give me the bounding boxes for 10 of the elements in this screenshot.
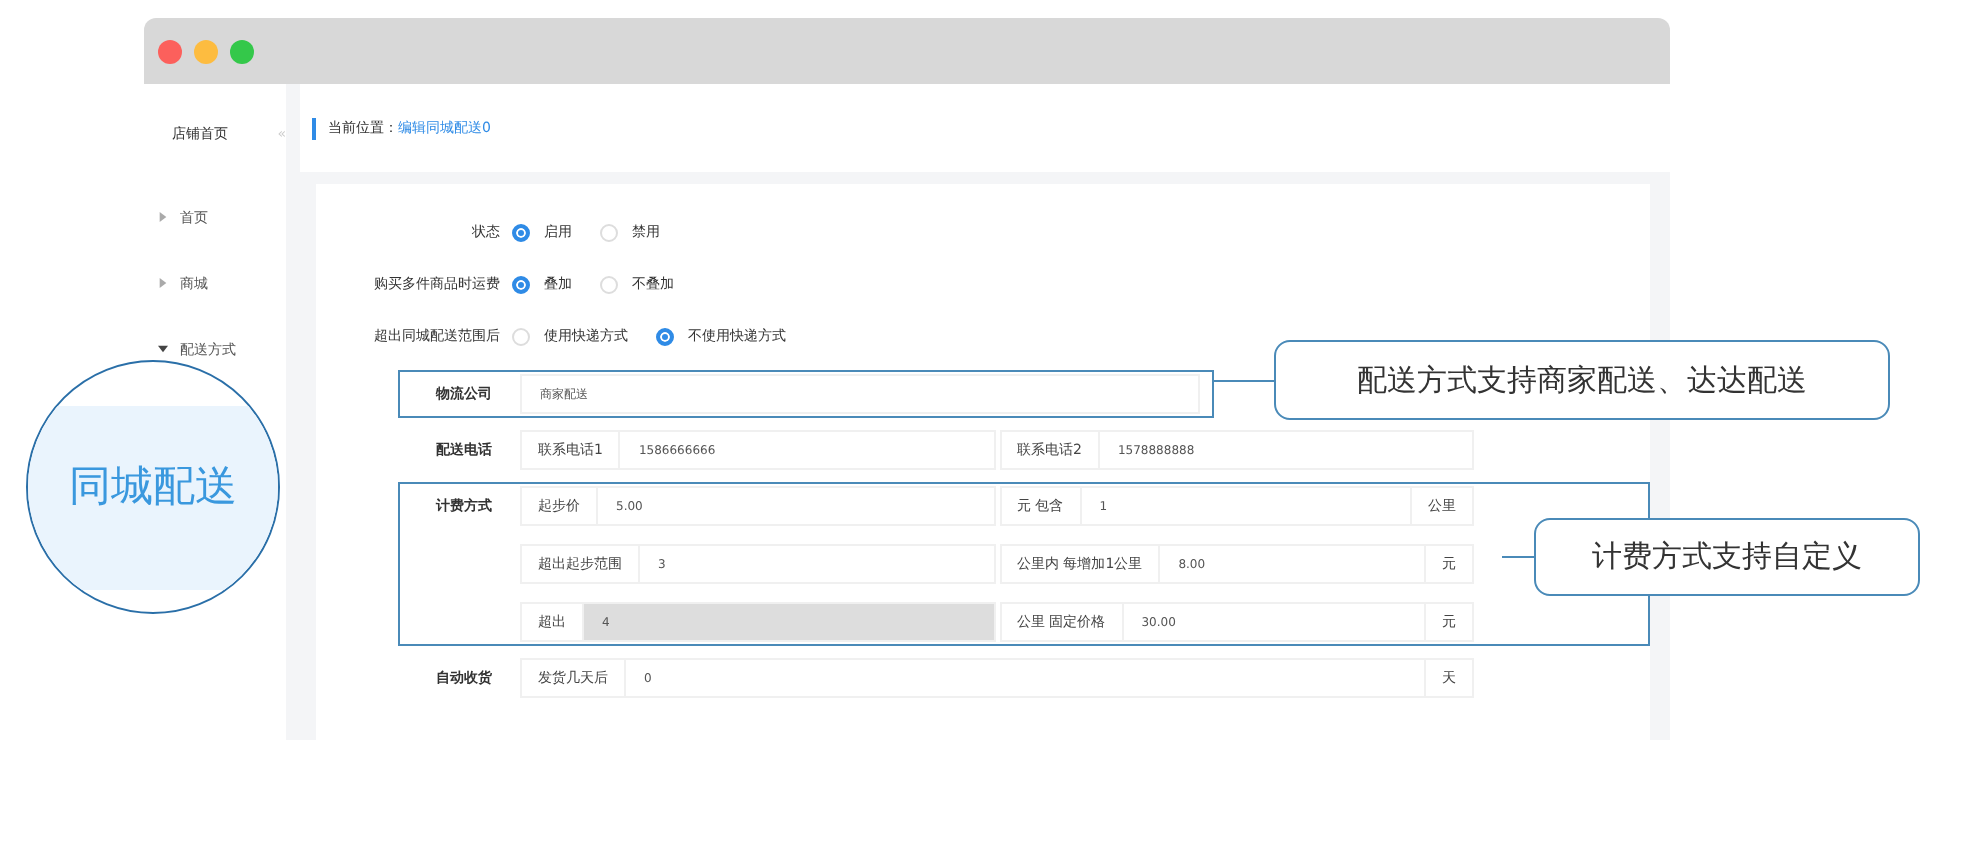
radio-button[interactable]	[512, 223, 530, 241]
leader-line	[1502, 556, 1534, 558]
maximize-button[interactable]	[230, 39, 254, 63]
sidebar-item: 同城配送	[69, 462, 237, 510]
callout-text: 计费方式支持自定义	[1534, 518, 1920, 596]
radio-button[interactable]	[656, 327, 674, 345]
minimize-button[interactable]	[194, 39, 218, 63]
close-button[interactable]	[158, 39, 182, 63]
radio-button[interactable]	[512, 275, 530, 293]
callout-text: 配送方式支持商家配送、达达配送	[1274, 340, 1890, 420]
